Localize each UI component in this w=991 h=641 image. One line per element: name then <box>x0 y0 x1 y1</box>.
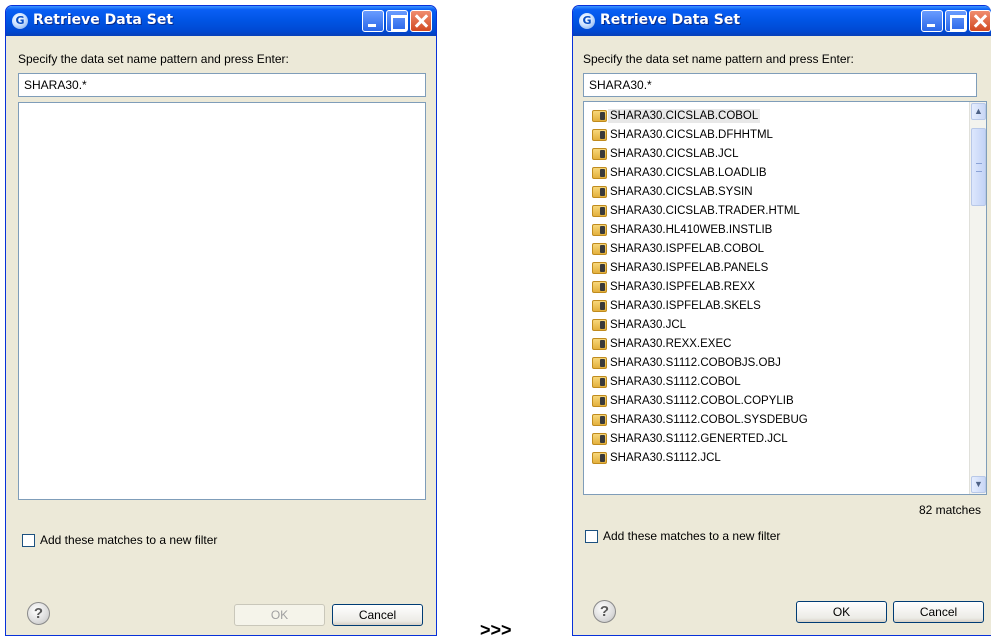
dataset-icon <box>592 185 607 198</box>
dataset-icon <box>592 356 607 369</box>
app-icon: G <box>579 13 595 29</box>
dataset-icon <box>592 318 607 331</box>
list-item[interactable]: SHARA30.ISPFELAB.REXX <box>584 277 969 296</box>
scroll-thumb[interactable] <box>971 128 986 206</box>
list-item[interactable]: SHARA30.CICSLAB.TRADER.HTML <box>584 201 969 220</box>
dataset-icon <box>592 337 607 350</box>
dataset-name: SHARA30.S1112.COBOL.COPYLIB <box>610 394 794 407</box>
list-item[interactable]: SHARA30.CICSLAB.SYSIN <box>584 182 969 201</box>
dataset-icon <box>592 204 607 217</box>
list-item[interactable]: SHARA30.ISPFELAB.SKELS <box>584 296 969 315</box>
title-bar[interactable]: G Retrieve Data Set <box>6 6 436 36</box>
dataset-icon <box>592 223 607 236</box>
list-item[interactable]: SHARA30.S1112.GENERTED.JCL <box>584 429 969 448</box>
dataset-icon <box>592 375 607 388</box>
dataset-name: SHARA30.CICSLAB.DFHHTML <box>610 128 773 141</box>
results-items: SHARA30.CICSLAB.COBOL SHARA30.CICSLAB.DFH… <box>584 102 969 494</box>
list-item[interactable]: SHARA30.S1112.COBOL <box>584 372 969 391</box>
dataset-name: SHARA30.S1112.JCL <box>610 451 721 464</box>
list-item[interactable]: SHARA30.S1112.JCL <box>584 448 969 467</box>
list-item[interactable]: SHARA30.CICSLAB.COBOL <box>584 106 969 125</box>
dataset-name: SHARA30.REXX.EXEC <box>610 337 732 350</box>
pattern-prompt: Specify the data set name pattern and pr… <box>583 52 854 66</box>
maximize-button[interactable] <box>945 10 967 32</box>
ok-button[interactable]: OK <box>796 601 887 623</box>
minimize-button[interactable] <box>921 10 943 32</box>
dataset-icon <box>592 166 607 179</box>
add-filter-label: Add these matches to a new filter <box>603 529 781 543</box>
dataset-icon <box>592 413 607 426</box>
dataset-icon <box>592 280 607 293</box>
cancel-button[interactable]: Cancel <box>893 601 984 623</box>
dataset-icon <box>592 299 607 312</box>
list-item[interactable]: SHARA30.S1112.COBOL.SYSDEBUG <box>584 410 969 429</box>
maximize-button[interactable] <box>386 10 408 32</box>
list-item[interactable]: SHARA30.REXX.EXEC <box>584 334 969 353</box>
dataset-name: SHARA30.CICSLAB.COBOL <box>608 108 761 123</box>
dataset-name: SHARA30.S1112.COBOL <box>610 375 741 388</box>
list-item[interactable]: SHARA30.CICSLAB.DFHHTML <box>584 125 969 144</box>
dataset-name: SHARA30.CICSLAB.SYSIN <box>610 185 753 198</box>
list-item[interactable]: SHARA30.ISPFELAB.PANELS <box>584 258 969 277</box>
app-icon: G <box>12 13 28 29</box>
vertical-scrollbar[interactable]: ▲ ▼ <box>969 102 986 494</box>
dataset-name: SHARA30.S1112.GENERTED.JCL <box>610 432 788 445</box>
dialog-title: Retrieve Data Set <box>33 12 174 28</box>
add-filter-checkbox[interactable] <box>22 533 35 547</box>
results-list-empty[interactable] <box>18 102 426 500</box>
list-item[interactable]: SHARA30.CICSLAB.JCL <box>584 144 969 163</box>
dataset-name: SHARA30.ISPFELAB.SKELS <box>610 299 761 312</box>
dataset-icon <box>592 128 607 141</box>
list-item[interactable]: SHARA30.CICSLAB.LOADLIB <box>584 163 969 182</box>
help-icon[interactable]: ? <box>27 602 50 625</box>
pattern-input[interactable] <box>18 73 426 97</box>
list-item[interactable]: SHARA30.ISPFELAB.COBOL <box>584 239 969 258</box>
retrieve-dialog-before: G Retrieve Data Set Specify the data set… <box>5 5 437 636</box>
close-button[interactable] <box>969 10 991 32</box>
add-filter-label: Add these matches to a new filter <box>40 533 218 547</box>
close-button[interactable] <box>410 10 432 32</box>
minimize-button[interactable] <box>362 10 384 32</box>
dataset-icon <box>592 147 607 160</box>
add-filter-checkbox-row[interactable]: Add these matches to a new filter <box>585 529 780 543</box>
dataset-name: SHARA30.S1112.COBOL.SYSDEBUG <box>610 413 808 426</box>
ok-button-disabled: OK <box>234 604 325 626</box>
help-icon[interactable]: ? <box>593 600 616 623</box>
add-filter-checkbox-row[interactable]: Add these matches to a new filter <box>22 533 217 547</box>
dataset-icon <box>592 394 607 407</box>
dataset-name: SHARA30.ISPFELAB.COBOL <box>610 242 765 255</box>
add-filter-checkbox[interactable] <box>585 529 598 543</box>
list-item[interactable]: SHARA30.HL410WEB.INSTLIB <box>584 220 969 239</box>
retrieve-dialog-after: G Retrieve Data Set Specify the data set… <box>572 5 991 636</box>
results-list[interactable]: SHARA30.CICSLAB.COBOL SHARA30.CICSLAB.DFH… <box>583 101 987 495</box>
dataset-name: SHARA30.JCL <box>610 318 687 331</box>
scroll-up-icon[interactable]: ▲ <box>971 103 986 120</box>
dataset-name: SHARA30.CICSLAB.LOADLIB <box>610 166 767 179</box>
dataset-icon <box>592 432 607 445</box>
dataset-icon <box>592 242 607 255</box>
dataset-name: SHARA30.ISPFELAB.REXX <box>610 280 756 293</box>
dataset-name: SHARA30.HL410WEB.INSTLIB <box>610 223 773 236</box>
dataset-name: SHARA30.CICSLAB.JCL <box>610 147 739 160</box>
dataset-name: SHARA30.S1112.COBOBJS.OBJ <box>610 356 781 369</box>
pattern-input[interactable] <box>583 73 977 97</box>
dataset-name: SHARA30.CICSLAB.TRADER.HTML <box>610 204 800 217</box>
pattern-prompt: Specify the data set name pattern and pr… <box>18 52 289 66</box>
transition-arrow: >>> <box>480 620 512 640</box>
title-bar[interactable]: G Retrieve Data Set <box>573 6 991 36</box>
list-item[interactable]: SHARA30.S1112.COBOBJS.OBJ <box>584 353 969 372</box>
dataset-icon <box>592 261 607 274</box>
list-item[interactable]: SHARA30.S1112.COBOL.COPYLIB <box>584 391 969 410</box>
dialog-title: Retrieve Data Set <box>600 12 741 28</box>
cancel-button[interactable]: Cancel <box>332 604 423 626</box>
dataset-icon <box>592 109 607 122</box>
scroll-down-icon[interactable]: ▼ <box>971 476 986 493</box>
match-count: 82 matches <box>918 503 981 517</box>
dataset-name: SHARA30.ISPFELAB.PANELS <box>610 261 769 274</box>
list-item[interactable]: SHARA30.JCL <box>584 315 969 334</box>
dataset-icon <box>592 451 607 464</box>
